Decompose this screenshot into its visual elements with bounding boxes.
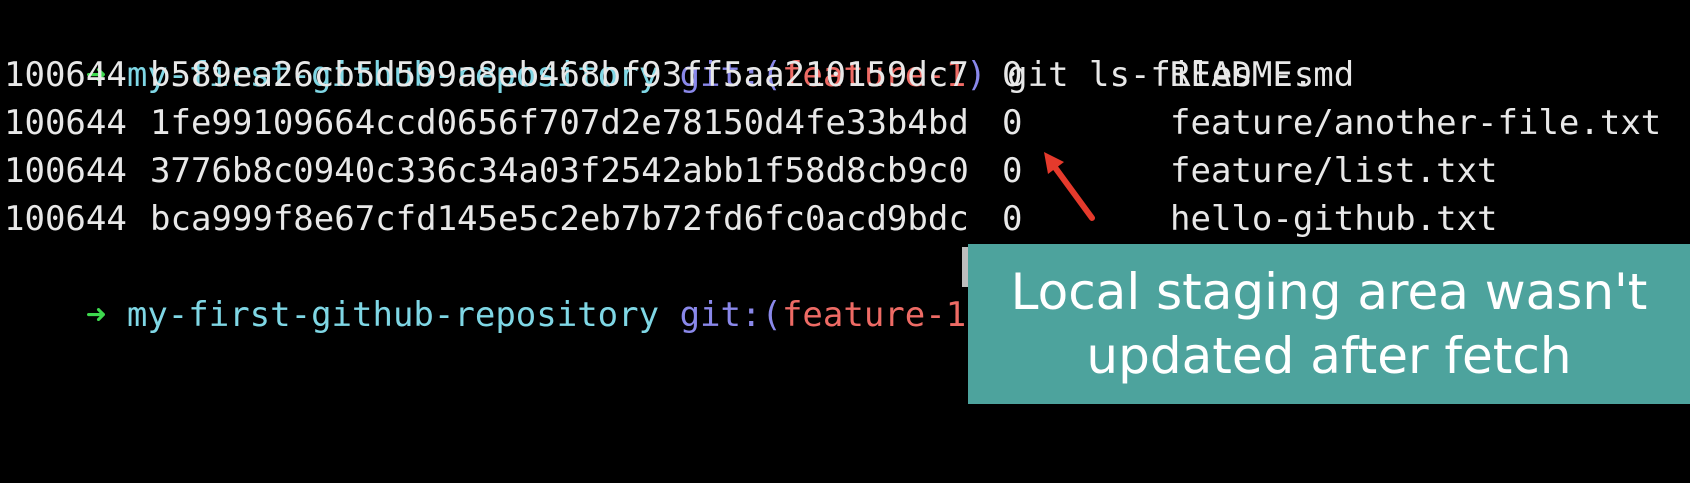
stage-number: 0 — [1002, 103, 1023, 143]
caption-overlay: Local staging area wasn't updated after … — [968, 244, 1690, 404]
file-mode: 100644 — [4, 55, 127, 95]
prompt-line: ➜ my-first-github-repository git:(featur… — [4, 3, 1314, 95]
output-row: 100644 1fe99109664ccd0656f707d2e78150d4f… — [4, 99, 1661, 147]
file-path: feature/another-file.txt — [1170, 103, 1662, 143]
caption-line-1: Local staging area wasn't — [1010, 263, 1648, 321]
object-hash: bca999f8e67cfd145e5c2eb7b72fd6fc0acd9bdc — [150, 199, 969, 239]
stage-number: 0 — [1002, 199, 1023, 239]
object-hash: 1fe99109664ccd0656f707d2e78150d4fe33b4bd — [150, 103, 969, 143]
stage-number: 0 — [1002, 151, 1023, 191]
close-paren: ) — [966, 55, 987, 95]
file-path: feature/list.txt — [1170, 151, 1498, 191]
caption-line-2: updated after fetch — [1086, 327, 1572, 385]
output-row: 100644 b589ea26cb5d599a8eb468bf93ff5aa21… — [4, 51, 1354, 99]
stage-number: 0 — [1002, 55, 1023, 95]
red-arrow-icon — [1044, 152, 1095, 221]
file-mode: 100644 — [4, 151, 127, 191]
branch-name: feature-1 — [781, 295, 967, 335]
output-row: 100644 3776b8c0940c336c34a03f2542abb1f58… — [4, 147, 1498, 195]
open-paren: ( — [761, 295, 782, 335]
git-label: git: — [679, 295, 762, 335]
file-mode: 100644 — [4, 103, 127, 143]
file-mode: 100644 — [4, 199, 127, 239]
prompt-arrow-icon: ➜ — [85, 295, 107, 335]
object-hash: b589ea26cb5d599a8eb468bf93ff5aa210159dc7 — [150, 55, 969, 95]
file-path: hello-github.txt — [1170, 199, 1498, 239]
prompt-line: ➜ my-first-github-repository git:(featur… — [4, 243, 987, 335]
repo-name: my-first-github-repository — [126, 295, 660, 335]
file-path: README.md — [1170, 55, 1355, 95]
output-row: 100644 bca999f8e67cfd145e5c2eb7b72fd6fc0… — [4, 195, 1498, 243]
object-hash: 3776b8c0940c336c34a03f2542abb1f58d8cb9c0 — [150, 151, 969, 191]
